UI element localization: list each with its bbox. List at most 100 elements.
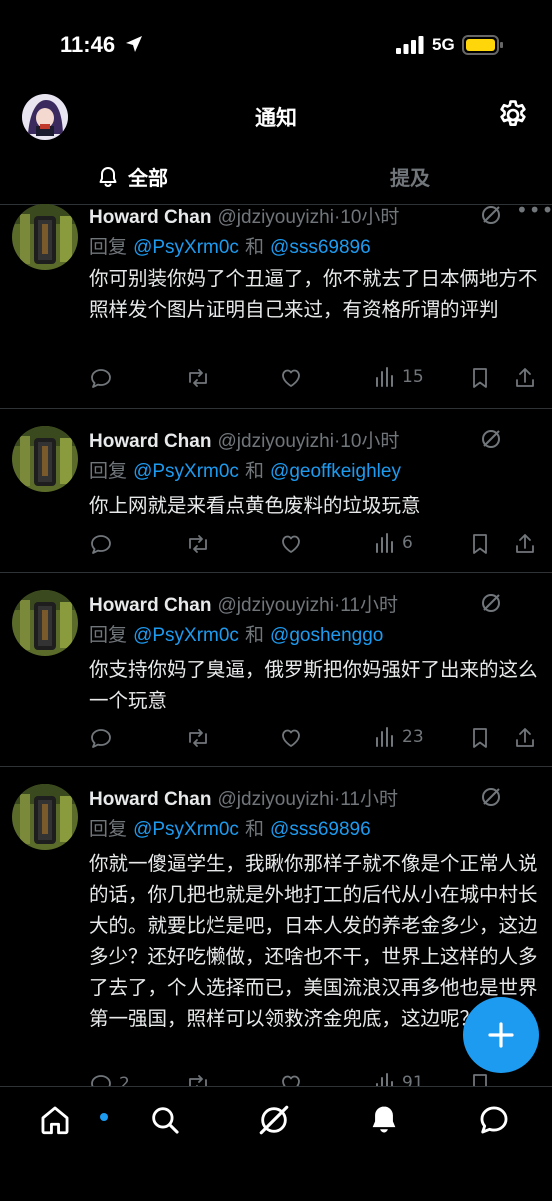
reply-icon[interactable] <box>89 532 113 556</box>
author-name[interactable]: Howard Chan <box>89 595 211 616</box>
notification-feed[interactable]: Howard Chan @jdziyouyizhi·10小时 ••• 回复 @P… <box>0 204 552 1086</box>
mention-link[interactable]: @geoffkeighley <box>270 461 401 482</box>
tweet-actions: 23 <box>89 726 539 752</box>
bell-filled-icon <box>372 1106 396 1133</box>
nav-home[interactable] <box>38 1103 108 1141</box>
tab-all-label: 全部 <box>128 166 168 190</box>
avatar-image <box>12 204 78 270</box>
retweet-icon[interactable] <box>185 532 211 556</box>
battery-icon <box>462 35 503 55</box>
nav-grok[interactable] <box>257 1103 291 1141</box>
nav-notifications[interactable] <box>367 1103 401 1141</box>
tab-mentions[interactable]: 提及 <box>390 162 430 191</box>
author-name[interactable]: Howard Chan <box>89 207 211 228</box>
nav-search[interactable] <box>148 1103 182 1141</box>
tweet-header: Howard Chan @jdziyouyizhi·10小时 <box>89 426 399 453</box>
author-handle[interactable]: @jdziyouyizhi <box>218 207 334 228</box>
like-heart-icon[interactable] <box>279 532 303 556</box>
more-options-icon[interactable]: ••• <box>516 204 552 222</box>
retweet-icon[interactable] <box>185 726 211 750</box>
cellular-signal-icon <box>396 36 424 54</box>
like-heart-icon[interactable] <box>279 1072 303 1086</box>
mention-link[interactable]: @sss69896 <box>270 819 371 840</box>
top-header: 通知 <box>0 90 552 150</box>
views-chart-icon <box>376 1073 393 1086</box>
reply-prefix: 回复 <box>89 460 128 482</box>
reply-joiner: 和 <box>244 818 264 840</box>
like-heart-icon[interactable] <box>279 726 303 750</box>
retweet-icon[interactable] <box>185 366 211 390</box>
status-bar: 11:46 5G <box>0 0 552 90</box>
tweet-avatar[interactable] <box>12 784 78 850</box>
retweet-icon[interactable] <box>185 1072 211 1086</box>
author-handle[interactable]: @jdziyouyizhi <box>218 431 334 452</box>
tweet-text: 你支持你妈了臭逼，俄罗斯把你妈强奸了出来的这么一个玩意 <box>89 658 538 712</box>
tab-all[interactable]: 全部 <box>96 162 168 191</box>
mention-link[interactable]: @goshenggo <box>270 625 383 646</box>
reply-icon[interactable] <box>89 366 113 390</box>
compose-button[interactable] <box>463 997 539 1073</box>
bookmark-icon[interactable] <box>469 1072 491 1086</box>
network-type: 5G <box>432 35 455 54</box>
grok-icon[interactable] <box>480 592 502 614</box>
plus-icon <box>488 1022 514 1048</box>
tweet-header: Howard Chan @jdziyouyizhi·10小时 <box>89 204 399 229</box>
mention-link[interactable]: @sss69896 <box>270 237 371 258</box>
tweet-text: 你可别装你妈了个丑逼了，你不就去了日本俩地方不照样发个图片证明自己来过，有资格所… <box>89 267 538 321</box>
tweet-actions: 2 91 <box>89 1072 539 1086</box>
reply-icon[interactable] <box>89 726 113 750</box>
mention-link[interactable]: @PsyXrm0c <box>133 625 239 646</box>
reply-prefix: 回复 <box>89 236 128 258</box>
views-count: 15 <box>402 367 424 387</box>
tweet-avatar[interactable] <box>12 204 78 270</box>
bookmark-icon[interactable] <box>469 366 491 390</box>
views-stat[interactable]: 23 <box>374 726 424 748</box>
tweet-time: ·11小时 <box>333 595 399 616</box>
views-stat[interactable]: 91 <box>374 1072 424 1086</box>
mention-link[interactable]: @PsyXrm0c <box>133 237 239 258</box>
author-handle[interactable]: @jdziyouyizhi <box>218 595 334 616</box>
tweet-avatar[interactable] <box>12 590 78 656</box>
avatar-image <box>12 590 78 656</box>
tweet-time: ·10小时 <box>333 431 400 452</box>
reply-stat[interactable]: 2 <box>89 1072 130 1086</box>
tweet-item[interactable]: Howard Chan @jdziyouyizhi·10小时 回复 @PsyXr… <box>0 408 552 573</box>
share-icon[interactable] <box>513 366 537 390</box>
reply-joiner: 和 <box>244 460 264 482</box>
location-arrow-icon <box>126 36 142 52</box>
grok-icon[interactable] <box>480 786 502 808</box>
reply-count: 2 <box>119 1074 130 1086</box>
views-stat[interactable]: 15 <box>374 366 424 388</box>
mention-link[interactable]: @PsyXrm0c <box>133 461 239 482</box>
page-title: 通知 <box>255 106 297 130</box>
avatar-image <box>12 784 78 850</box>
tweet-header: Howard Chan @jdziyouyizhi·11小时 <box>89 590 398 617</box>
bookmark-icon[interactable] <box>469 532 491 556</box>
grok-icon[interactable] <box>480 428 502 450</box>
share-icon[interactable] <box>513 726 537 750</box>
grok-icon[interactable] <box>480 204 502 226</box>
tweet-item[interactable]: Howard Chan @jdziyouyizhi·11小时 回复 @PsyXr… <box>0 572 552 767</box>
author-name[interactable]: Howard Chan <box>89 789 211 810</box>
reply-joiner: 和 <box>244 624 264 646</box>
mention-link[interactable]: @PsyXrm0c <box>133 819 239 840</box>
tweet-avatar[interactable] <box>12 426 78 492</box>
reply-prefix: 回复 <box>89 818 128 840</box>
tweet-text: 你就一傻逼学生，我瞅你那样子就不像是个正常人说的话，你几把也就是外地打工的后代从… <box>89 852 538 1030</box>
settings-gear-icon[interactable] <box>496 98 530 132</box>
bookmark-icon[interactable] <box>469 726 491 750</box>
tweet-text: 你上网就是来看点黄色废料的垃圾玩意 <box>89 494 421 517</box>
nav-messages[interactable] <box>477 1103 511 1141</box>
reply-prefix: 回复 <box>89 624 128 646</box>
views-stat[interactable]: 6 <box>374 532 413 554</box>
tweet-item[interactable]: Howard Chan @jdziyouyizhi·10小时 ••• 回复 @P… <box>0 204 552 409</box>
author-handle[interactable]: @jdziyouyizhi <box>218 789 334 810</box>
tweet-time: ·10小时 <box>333 207 400 228</box>
notification-tabs: 全部 提及 <box>0 150 552 205</box>
tweet-actions: 15 <box>89 366 539 392</box>
views-count: 6 <box>402 533 413 553</box>
like-heart-icon[interactable] <box>279 366 303 390</box>
avatar-image <box>12 426 78 492</box>
share-icon[interactable] <box>513 532 537 556</box>
author-name[interactable]: Howard Chan <box>89 431 211 452</box>
